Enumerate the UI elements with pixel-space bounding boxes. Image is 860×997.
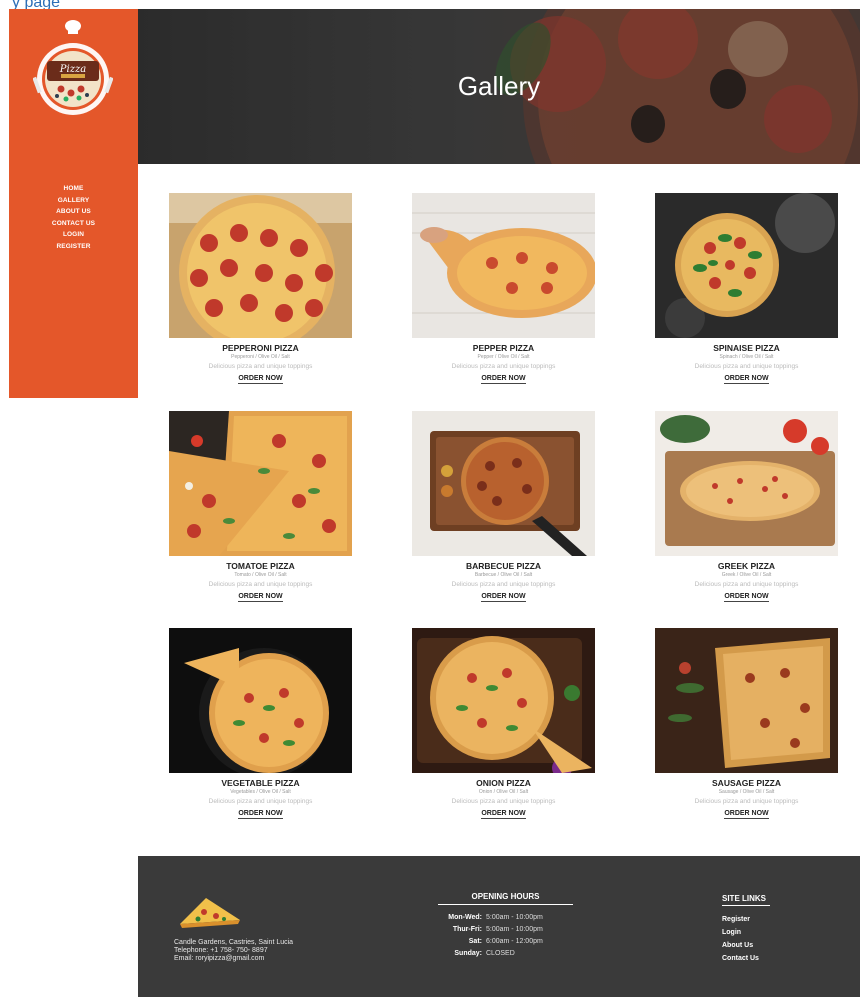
order-now-link[interactable]: ORDER NOW <box>238 810 283 819</box>
order-now-link[interactable]: ORDER NOW <box>481 375 526 384</box>
pizza-description: Delicious pizza and unique toppings <box>451 581 556 588</box>
pizza-slice-logo-icon[interactable] <box>176 894 246 932</box>
hours-day: Mon-Wed: <box>448 914 482 921</box>
pizza-description: Delicious pizza and unique toppings <box>694 581 799 588</box>
pizza-name: TOMATOE PIZZA <box>226 561 295 571</box>
pepper-pizza-image[interactable] <box>412 193 595 338</box>
footer-link-contact-us[interactable]: Contact Us <box>722 952 802 965</box>
gallery-card-spinaise: SPINAISE PIZZA Spinach / Olive Oil / Sal… <box>655 193 838 393</box>
hours-row: Sat: 6:00am - 12:00pm <box>438 936 573 948</box>
pizza-name: VEGETABLE PIZZA <box>221 778 300 788</box>
order-now-link[interactable]: ORDER NOW <box>238 593 283 602</box>
pizza-ingredients: Barbecue / Olive Oil / Salt <box>474 572 533 578</box>
order-now-link[interactable]: ORDER NOW <box>238 375 283 384</box>
pizza-description: Delicious pizza and unique toppings <box>208 363 313 370</box>
sidebar-nav: HOME GALLERY ABOUT US CONTACT US LOGIN R… <box>9 183 138 252</box>
footer-telephone: Telephone: +1 758- 750- 8897 <box>174 947 268 954</box>
tomatoe-pizza-image[interactable] <box>169 411 352 556</box>
footer-link-login[interactable]: Login <box>722 926 802 939</box>
hours-day: Thur-Fri: <box>452 926 482 933</box>
site-links: SITE LINKS Register Login About Us Conta… <box>722 894 802 965</box>
sausage-pizza-image[interactable] <box>655 628 838 773</box>
pizza-name: SPINAISE PIZZA <box>713 343 780 353</box>
nav-login[interactable]: LOGIN <box>9 229 138 241</box>
pizza-ingredients: Vegetables / Olive Oil / Salt <box>230 789 291 795</box>
pizza-ingredients: Sausage / Olive Oil / Salt <box>718 789 775 795</box>
hours-row: Thur-Fri: 5:00am - 10:00pm <box>438 924 573 936</box>
pizza-description: Delicious pizza and unique toppings <box>208 581 313 588</box>
footer-link-register[interactable]: Register <box>722 913 802 926</box>
hours-time: 5:00am - 10:00pm <box>486 926 543 933</box>
page-title: Gallery <box>457 71 541 101</box>
order-now-link[interactable]: ORDER NOW <box>481 810 526 819</box>
pizza-description: Delicious pizza and unique toppings <box>208 798 313 805</box>
footer-link-about-us[interactable]: About Us <box>722 939 802 952</box>
pizza-name: GREEK PIZZA <box>717 561 776 571</box>
pizza-ingredients: Tomato / Olive Oil / Salt <box>234 572 287 578</box>
browser-strip: y page <box>0 0 860 11</box>
nav-home[interactable]: HOME <box>9 183 138 195</box>
nav-register[interactable]: REGISTER <box>9 241 138 253</box>
gallery-card-onion: ONION PIZZA Onion / Olive Oil / Salt Del… <box>412 628 595 828</box>
order-now-link[interactable]: ORDER NOW <box>724 375 769 384</box>
onion-pizza-image[interactable] <box>412 628 595 773</box>
vegetable-pizza-image[interactable] <box>169 628 352 773</box>
greek-pizza-image[interactable] <box>655 411 838 556</box>
pizza-description: Delicious pizza and unique toppings <box>451 798 556 805</box>
hours-row: Mon-Wed: 5:00am - 10:00pm <box>438 912 573 924</box>
pizza-name: PEPPERONI PIZZA <box>222 343 299 353</box>
footer-email: Email: roryipizza@gmail.com <box>174 955 265 962</box>
hours-day: Sat: <box>468 938 482 945</box>
order-now-link[interactable]: ORDER NOW <box>724 593 769 602</box>
sidebar: Pizza HOME GALLERY ABOUT US CONTACT US L… <box>9 9 138 398</box>
pizza-name: PEPPER PIZZA <box>472 343 535 353</box>
logo-text: Pizza <box>59 64 86 75</box>
gallery-card-greek: GREEK PIZZA Greek / Olive Oil / Salt Del… <box>655 411 838 611</box>
footer-contact: Candle Gardens, Castries, Saint Lucia Te… <box>174 939 293 963</box>
footer: Candle Gardens, Castries, Saint Lucia Te… <box>138 856 860 997</box>
barbecue-pizza-image[interactable] <box>412 411 595 556</box>
opening-hours: OPENING HOURS Mon-Wed: 5:00am - 10:00pm T… <box>438 892 573 960</box>
pizza-ingredients: Greek / Olive Oil / Salt <box>721 572 772 578</box>
pizza-description: Delicious pizza and unique toppings <box>451 363 556 370</box>
gallery-card-barbecue: BARBECUE PIZZA Barbecue / Olive Oil / Sa… <box>412 411 595 611</box>
gallery-card-pepper: PEPPER PIZZA Pepper / Olive Oil / Salt D… <box>412 193 595 393</box>
order-now-link[interactable]: ORDER NOW <box>481 593 526 602</box>
hours-row: Sunday: CLOSED <box>438 948 573 960</box>
gallery-card-pepperoni: PEPPERONI PIZZA Pepperoni / Olive Oil / … <box>169 193 352 393</box>
gallery-card-vegetable: VEGETABLE PIZZA Vegetables / Olive Oil /… <box>169 628 352 828</box>
hero-banner: Gallery <box>138 9 860 164</box>
pepperoni-pizza-image[interactable] <box>169 193 352 338</box>
pizza-ingredients: Onion / Olive Oil / Salt <box>478 789 529 795</box>
pizza-ingredients: Spinach / Olive Oil / Salt <box>719 354 774 360</box>
site-links-title: SITE LINKS <box>722 894 770 906</box>
hours-time: 6:00am - 12:00pm <box>486 938 543 945</box>
pizza-logo-icon[interactable]: Pizza <box>33 17 113 117</box>
spinaise-pizza-image[interactable] <box>655 193 838 338</box>
nav-about-us[interactable]: ABOUT US <box>9 206 138 218</box>
opening-hours-title: OPENING HOURS <box>438 892 573 905</box>
pizza-name: BARBECUE PIZZA <box>465 561 542 571</box>
pizza-name: SAUSAGE PIZZA <box>712 778 781 788</box>
pizza-description: Delicious pizza and unique toppings <box>694 798 799 805</box>
pizza-ingredients: Pepper / Olive Oil / Salt <box>477 354 530 360</box>
pizza-description: Delicious pizza and unique toppings <box>694 363 799 370</box>
hours-time: 5:00am - 10:00pm <box>486 914 543 921</box>
hours-time: CLOSED <box>486 950 515 957</box>
hours-day: Sunday: <box>454 950 482 957</box>
footer-address: Candle Gardens, Castries, Saint Lucia <box>174 939 294 946</box>
gallery-card-tomatoe: TOMATOE PIZZA Tomato / Olive Oil / Salt … <box>169 411 352 611</box>
pizza-ingredients: Pepperoni / Olive Oil / Salt <box>231 354 290 360</box>
nav-contact-us[interactable]: CONTACT US <box>9 218 138 230</box>
order-now-link[interactable]: ORDER NOW <box>724 810 769 819</box>
pizza-name: ONION PIZZA <box>476 778 531 788</box>
nav-gallery[interactable]: GALLERY <box>9 195 138 207</box>
gallery-card-sausage: SAUSAGE PIZZA Sausage / Olive Oil / Salt… <box>655 628 838 828</box>
